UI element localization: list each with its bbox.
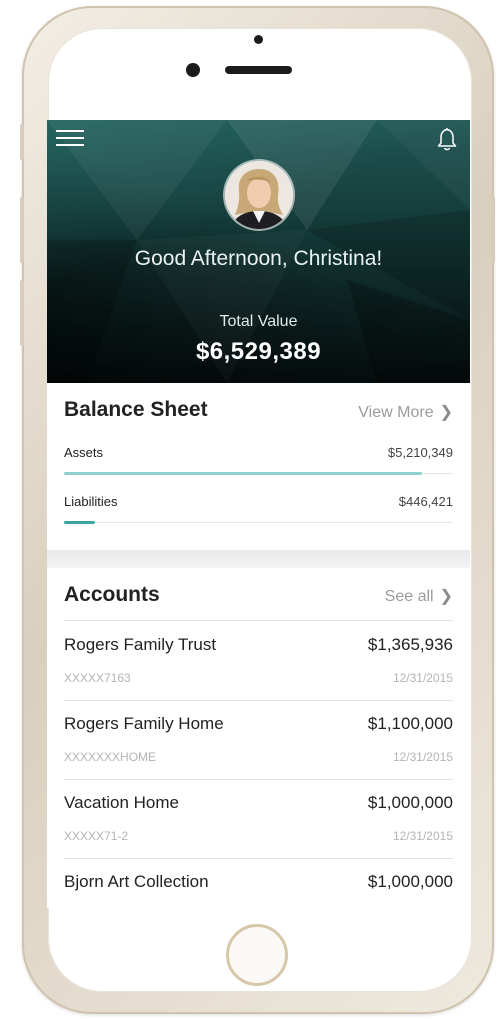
divider <box>64 779 453 780</box>
hamburger-menu-icon[interactable] <box>56 128 84 148</box>
account-name: Bjorn Art Collection <box>64 872 209 891</box>
see-all-link[interactable]: See all ❯ <box>385 586 453 606</box>
account-value: $1,365,936 <box>367 635 453 654</box>
account-name: Vacation Home <box>64 793 179 812</box>
earpiece-speaker <box>225 66 292 74</box>
account-number: XXXXX71-2 <box>64 829 129 843</box>
account-date: 12/31/2015 <box>392 750 453 764</box>
view-more-link[interactable]: View More ❯ <box>358 402 453 422</box>
liabilities-label: Liabilities <box>64 494 118 509</box>
account-number: XXXXX7163 <box>64 671 131 685</box>
view-more-label: View More <box>358 404 434 421</box>
account-name: Rogers Family Trust <box>64 635 217 654</box>
account-value: $1,000,000 <box>367 793 453 812</box>
account-date: 12/31/2015 <box>392 829 453 843</box>
divider <box>64 620 453 621</box>
account-value: $1,100,000 <box>367 714 453 733</box>
side-button-volume-down <box>20 280 24 346</box>
divider <box>64 700 453 701</box>
liabilities-track <box>64 522 453 523</box>
home-button[interactable] <box>226 924 288 986</box>
avatar[interactable] <box>225 161 293 229</box>
bell-icon[interactable] <box>435 126 459 152</box>
account-value: $1,000,000 <box>367 872 453 891</box>
front-camera <box>186 63 200 77</box>
side-button-power <box>491 197 495 263</box>
assets-label: Assets <box>64 445 104 460</box>
liabilities-progress-bar <box>64 521 95 524</box>
assets-value: $5,210,349 <box>387 445 453 460</box>
section-separator <box>47 550 470 568</box>
account-date: 12/31/2015 <box>392 671 453 685</box>
app-screen: Good Afternoon, Christina! Total Value $… <box>47 120 470 908</box>
header-hero: Good Afternoon, Christina! Total Value $… <box>47 120 470 383</box>
side-button-volume-up <box>20 197 24 263</box>
user-portrait-icon <box>225 161 293 229</box>
account-number: XXXXXXXHOME <box>64 750 157 764</box>
balance-sheet-title: Balance Sheet <box>64 398 208 421</box>
total-value-amount: $6,529,389 <box>195 338 322 365</box>
sensor-dot <box>254 35 263 44</box>
liabilities-value: $446,421 <box>398 494 453 509</box>
assets-progress-bar <box>64 472 422 475</box>
divider <box>64 858 453 859</box>
chevron-right-icon: ❯ <box>439 588 453 605</box>
accounts-title: Accounts <box>64 583 160 606</box>
account-name: Rogers Family Home <box>64 714 224 733</box>
greeting-text: Good Afternoon, Christina! <box>134 247 383 270</box>
chevron-right-icon: ❯ <box>439 404 453 421</box>
side-button-mute <box>20 124 24 160</box>
total-value-label: Total Value <box>219 313 298 330</box>
see-all-label: See all <box>384 588 434 605</box>
